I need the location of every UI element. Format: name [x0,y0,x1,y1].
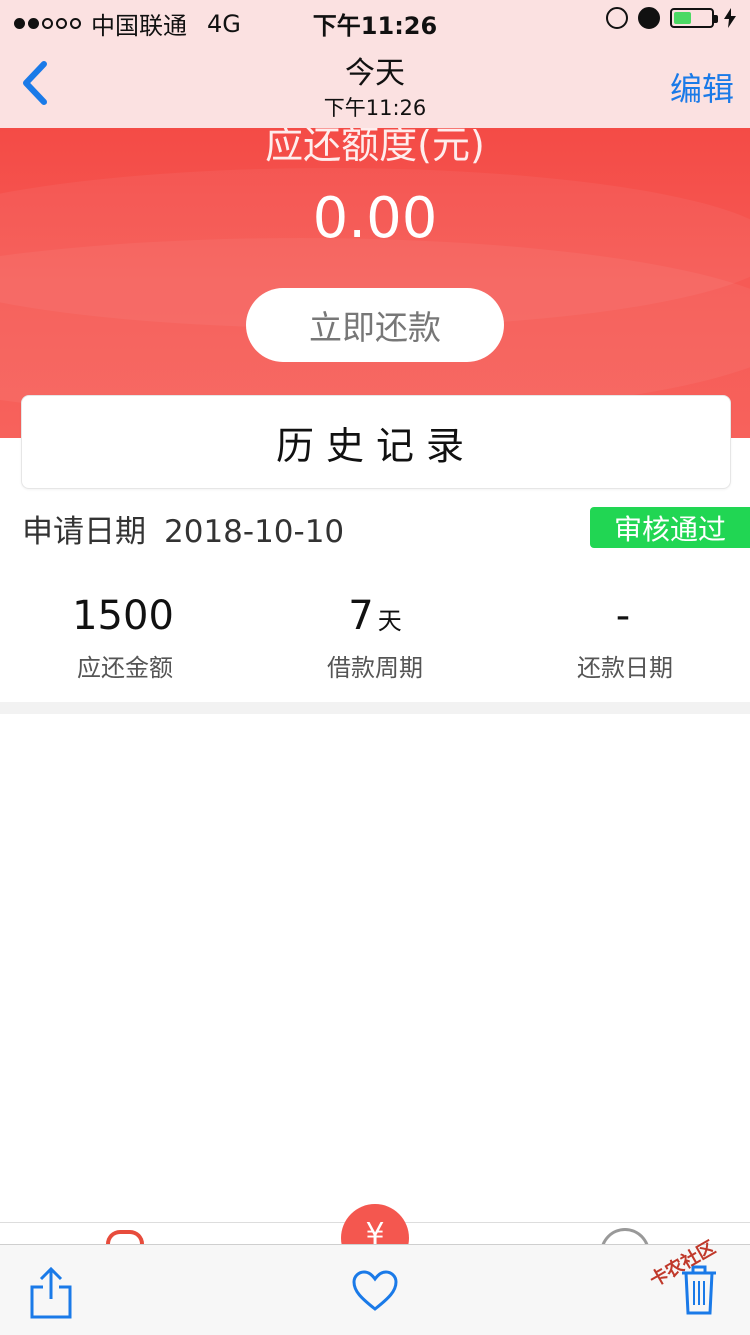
status-right [606,7,736,29]
due-amount-label: 应还额度(元) [265,128,485,167]
charging-bolt-icon [724,8,736,28]
navigation-bar: 今天 下午11:26 编辑 [0,40,750,128]
stat-value: 1500 [72,593,174,639]
stat-repay-date: - 还款日期 [500,590,750,683]
edit-button[interactable]: 编辑 [670,64,734,110]
stat-amount-due: 1500 应还金额 [0,590,250,683]
application-date-label: 申请日期 [22,514,146,550]
history-records-tab[interactable]: 历史记录 [21,395,731,489]
repayment-header: 应还额度(元) 0.00 立即还款 [0,128,750,438]
stat-value: 7 [348,593,374,639]
status-bar: 中国联通 4G 下午11:26 [0,0,750,40]
stat-label: 应还金额 [77,654,173,682]
due-amount-value: 0.00 [312,186,438,251]
stat-unit: 天 [377,607,402,635]
section-divider [0,702,750,714]
share-icon[interactable] [28,1265,74,1321]
stat-label: 还款日期 [577,654,673,682]
nav-title: 今天 [345,56,405,91]
rotation-lock-icon [606,7,628,29]
alarm-icon [638,7,660,29]
status-badge: 审核通过 [590,507,750,548]
stat-loan-period: 7天 借款周期 [250,590,500,683]
battery-icon [670,8,718,28]
application-date: 申请日期 2018-10-10 [22,506,344,551]
application-date-value: 2018-10-10 [164,514,345,550]
stat-value: - [615,593,631,639]
nav-subtitle: 下午11:26 [323,96,427,120]
repay-now-button[interactable]: 立即还款 [246,288,504,362]
stat-label: 借款周期 [327,654,423,682]
record-stats: 1500 应还金额 7天 借款周期 - 还款日期 [0,590,750,683]
favorite-heart-icon[interactable] [351,1269,399,1313]
photo-toolbar [0,1244,750,1335]
